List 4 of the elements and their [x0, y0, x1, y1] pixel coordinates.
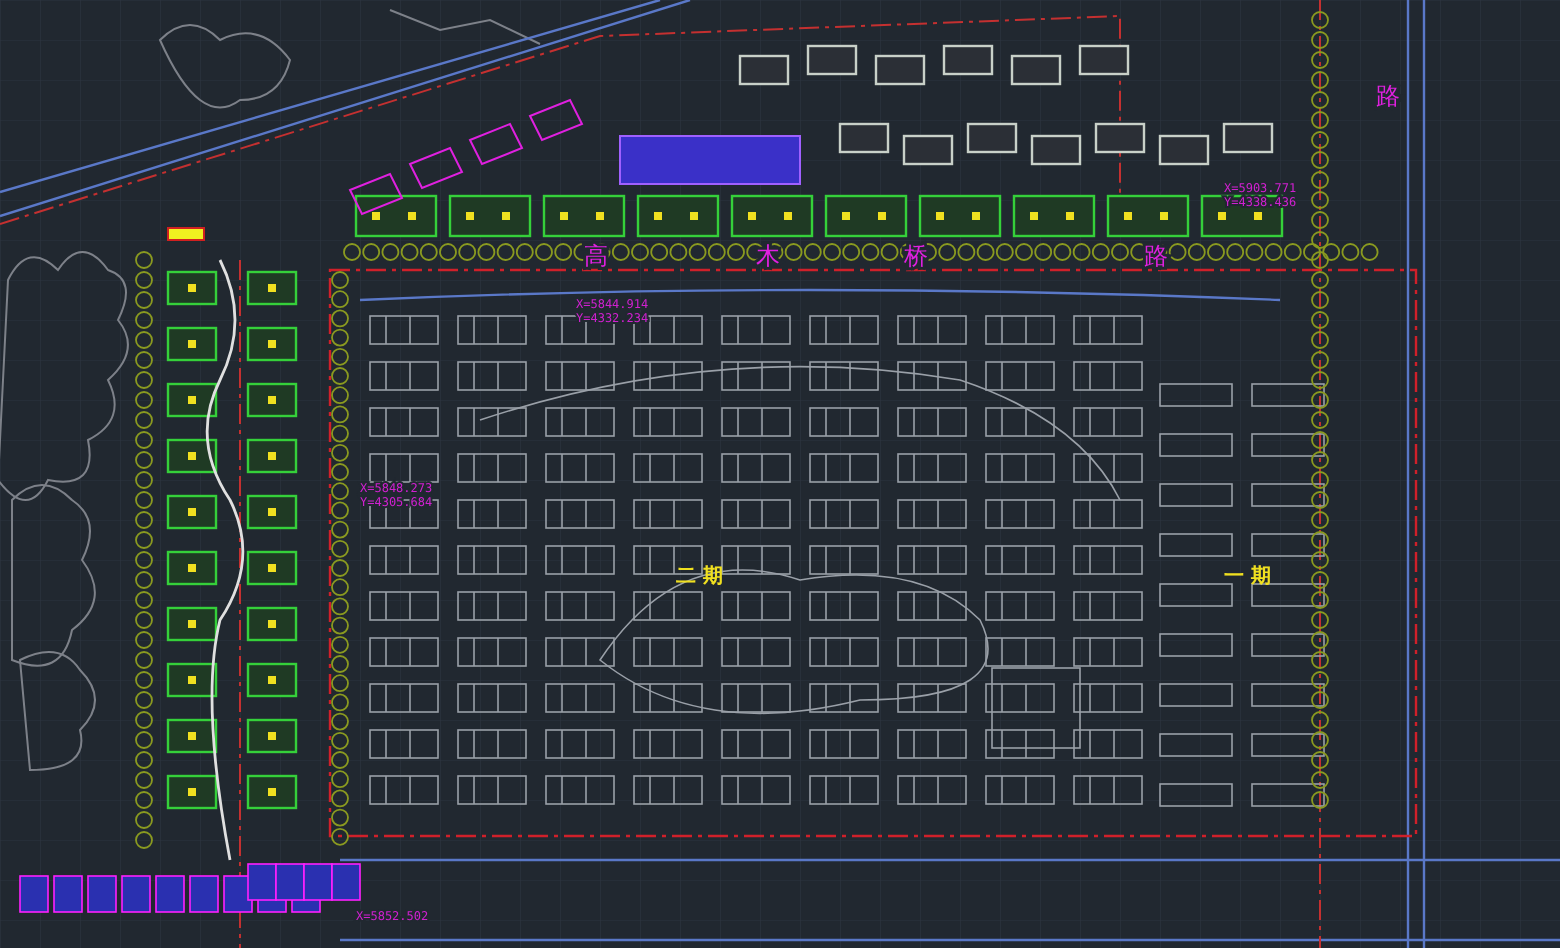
- phase-label: 一 期: [1224, 566, 1271, 588]
- phase-label: 二 期: [676, 566, 723, 588]
- sign-block: [167, 227, 205, 241]
- road-name-label: 路: [1376, 82, 1400, 110]
